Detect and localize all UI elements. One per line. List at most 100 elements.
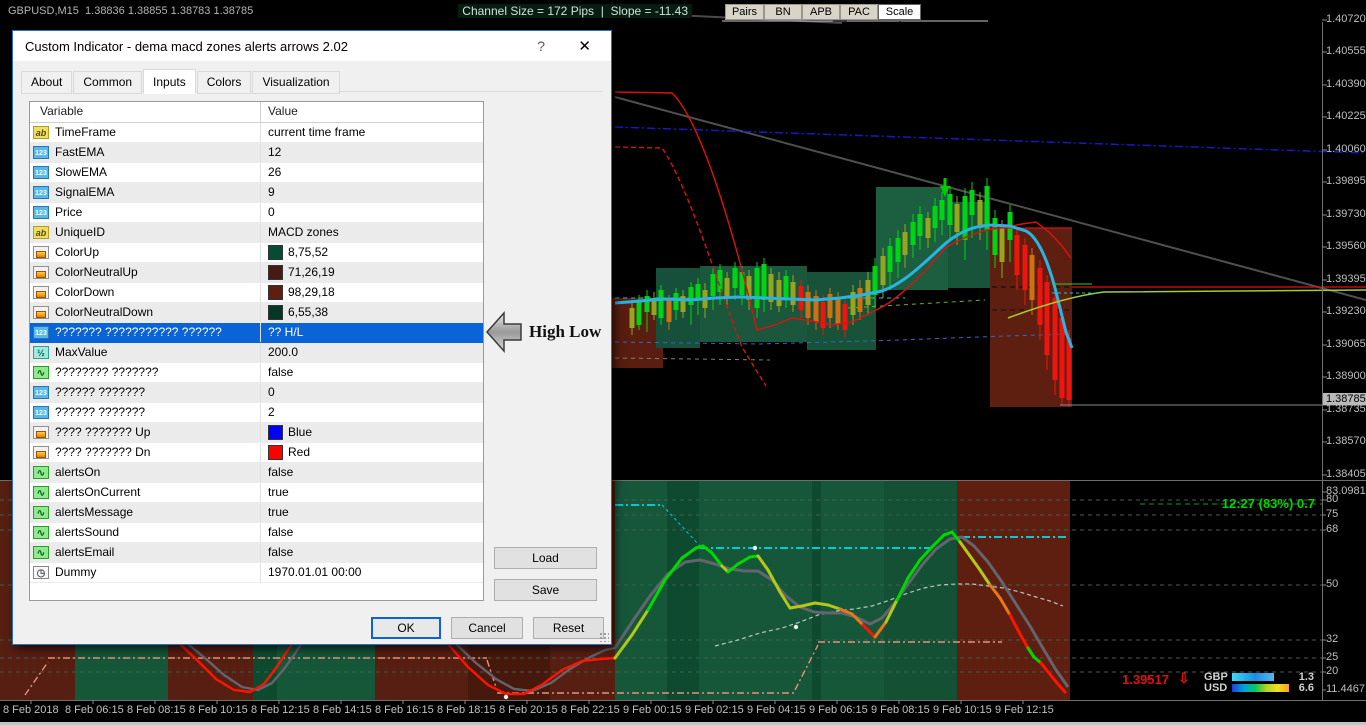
param-value: 0 <box>268 385 275 399</box>
param-name: ?????? ??????? <box>55 385 146 399</box>
param-name: TimeFrame <box>55 125 116 139</box>
param-row-5[interactable]: 123 Price 0 <box>30 203 483 223</box>
tab-colors[interactable]: Colors <box>196 71 252 94</box>
legend-row-usd: USD 6.6 <box>1204 682 1314 694</box>
color-swatch <box>268 285 283 300</box>
gbp-strength-bar <box>1232 673 1274 681</box>
param-value: false <box>268 545 294 559</box>
axis-label: 1.40060 <box>1326 143 1366 155</box>
tab-visualization[interactable]: Visualization <box>252 71 340 94</box>
param-name: alertsEmail <box>55 545 115 559</box>
color-swatch <box>268 305 283 320</box>
param-row-8[interactable]: ColorNeutralUp 71,26,19 <box>30 263 483 283</box>
indicator-status-text: 12:27 (83%) 0.7 <box>1221 496 1315 511</box>
param-row-11[interactable]: 123 ??????? ??????????? ?????? ?? H/L <box>30 323 483 343</box>
bool-type-icon: ∿ <box>33 526 49 539</box>
close-icon[interactable]: ✕ <box>578 37 591 55</box>
topbar-button-scale-fix[interactable]: Scale Fix <box>878 4 921 32</box>
param-row-21[interactable]: ∿ alertsSound false <box>30 523 483 543</box>
color-type-icon <box>33 446 49 459</box>
color-type-icon <box>33 306 49 319</box>
topbar-button-apb[interactable]: APB <box>802 4 840 20</box>
time-label: 9 Feb 04:15 <box>747 704 806 716</box>
ok-button[interactable]: OK <box>371 617 441 639</box>
axis-label: 20 <box>1326 665 1339 677</box>
color-swatch <box>268 265 283 280</box>
param-row-2[interactable]: 123 FastEMA 12 <box>30 143 483 163</box>
param-row-16[interactable]: ???? ??????? Up Blue <box>30 423 483 443</box>
tab-common[interactable]: Common <box>73 71 143 94</box>
parameters-table: Variable Value ab TimeFrame current time f… <box>29 101 484 601</box>
axis-label: 1.39065 <box>1326 338 1366 350</box>
param-name: ???? ??????? Dn <box>55 445 151 459</box>
load-button[interactable]: Load <box>494 547 597 569</box>
param-name: ColorDown <box>55 285 115 299</box>
param-value: 8,75,52 <box>288 245 329 259</box>
text-type-icon: ab <box>33 126 49 139</box>
time-axis[interactable]: 8 Feb 2018 8 Feb 06:15 8 Feb 08:15 8 Feb 10… <box>0 700 1366 722</box>
param-row-3[interactable]: 123 SlowEMA 26 <box>30 163 483 183</box>
axis-label: 1.39730 <box>1326 208 1366 220</box>
bool-type-icon: ∿ <box>33 546 49 559</box>
param-row-19[interactable]: ∿ alertsOnCurrent true <box>30 483 483 503</box>
cancel-button[interactable]: Cancel <box>451 617 523 639</box>
color-swatch <box>268 245 283 260</box>
price-axis[interactable]: 1.40720 1.40555 1.40390 1.40225 1.40060 1.398… <box>1323 0 1366 700</box>
param-value: true <box>268 505 289 519</box>
param-row-18[interactable]: ∿ alertsOn false <box>30 463 483 483</box>
param-value: 1970.01.01 00:00 <box>268 565 362 579</box>
double-type-icon: ½ <box>33 346 49 359</box>
help-button[interactable]: ? <box>537 38 545 54</box>
param-value: 98,29,18 <box>288 285 335 299</box>
axis-label: 1.39395 <box>1326 273 1366 285</box>
int-type-icon: 123 <box>33 186 49 199</box>
color-type-icon <box>33 246 49 259</box>
param-row-20[interactable]: ∿ alertsMessage true <box>30 503 483 523</box>
param-row-9[interactable]: ColorDown 98,29,18 <box>30 283 483 303</box>
topbar-button-pairs[interactable]: Pairs <box>725 4 764 20</box>
time-label: 8 Feb 08:15 <box>127 704 186 716</box>
reset-button[interactable]: Reset <box>533 617 604 639</box>
param-row-12[interactable]: ½ MaxValue 200.0 <box>30 343 483 363</box>
param-row-13[interactable]: ∿ ???????? ??????? false <box>30 363 483 383</box>
dialog-titlebar[interactable]: Custom Indicator - dema macd zones alert… <box>13 31 611 61</box>
param-value: false <box>268 525 294 539</box>
axis-label: 75 <box>1326 508 1339 520</box>
bool-type-icon: ∿ <box>33 506 49 519</box>
param-row-15[interactable]: 123 ?????? ??????? 2 <box>30 403 483 423</box>
param-row-10[interactable]: ColorNeutralDown 6,55,38 <box>30 303 483 323</box>
tab-inputs[interactable]: Inputs <box>143 69 196 94</box>
topbar-button-pac[interactable]: PAC <box>840 4 878 20</box>
param-row-1[interactable]: ab TimeFrame current time frame <box>30 123 483 143</box>
param-name: ColorUp <box>55 245 100 259</box>
int-type-icon: 123 <box>33 386 49 399</box>
param-row-7[interactable]: ColorUp 8,75,52 <box>30 243 483 263</box>
symbol-quote-info: GBPUSD,M15 1.38836 1.38855 1.38783 1.387… <box>8 5 254 17</box>
axis-label: 11.4467 <box>1326 683 1365 695</box>
resize-grip[interactable] <box>599 632 609 642</box>
param-row-23[interactable]: ◷ Dummy 1970.01.01 00:00 <box>30 563 483 583</box>
axis-label: 1.39230 <box>1326 305 1366 317</box>
bool-type-icon: ∿ <box>33 486 49 499</box>
axis-label: 1.40390 <box>1326 78 1366 90</box>
param-value: true <box>268 485 289 499</box>
param-row-4[interactable]: 123 SignalEMA 9 <box>30 183 483 203</box>
axis-label: 50 <box>1326 578 1339 590</box>
time-label: 8 Feb 10:15 <box>189 704 248 716</box>
param-row-17[interactable]: ???? ??????? Dn Red <box>30 443 483 463</box>
tab-about[interactable]: About <box>21 71 73 94</box>
int-type-icon: 123 <box>33 206 49 219</box>
save-button[interactable]: Save <box>494 579 597 601</box>
down-arrow-icon: ⇩ <box>1178 670 1190 686</box>
param-table-body: ab TimeFrame current time frame 123 FastEMA 1… <box>30 123 483 583</box>
param-row-22[interactable]: ∿ alertsEmail false <box>30 543 483 563</box>
int-type-icon: 123 <box>33 146 49 159</box>
param-row-14[interactable]: 123 ?????? ??????? 0 <box>30 383 483 403</box>
time-label: 9 Feb 12:15 <box>995 704 1054 716</box>
param-name: alertsOn <box>55 465 101 479</box>
param-row-6[interactable]: ab UniqueID MACD zones <box>30 223 483 243</box>
param-name: SlowEMA <box>55 165 108 179</box>
param-value: Red <box>288 445 311 459</box>
topbar-button-bn[interactable]: BN <box>764 4 802 20</box>
legend-row-gbp: GBP 1.3 <box>1204 671 1314 683</box>
